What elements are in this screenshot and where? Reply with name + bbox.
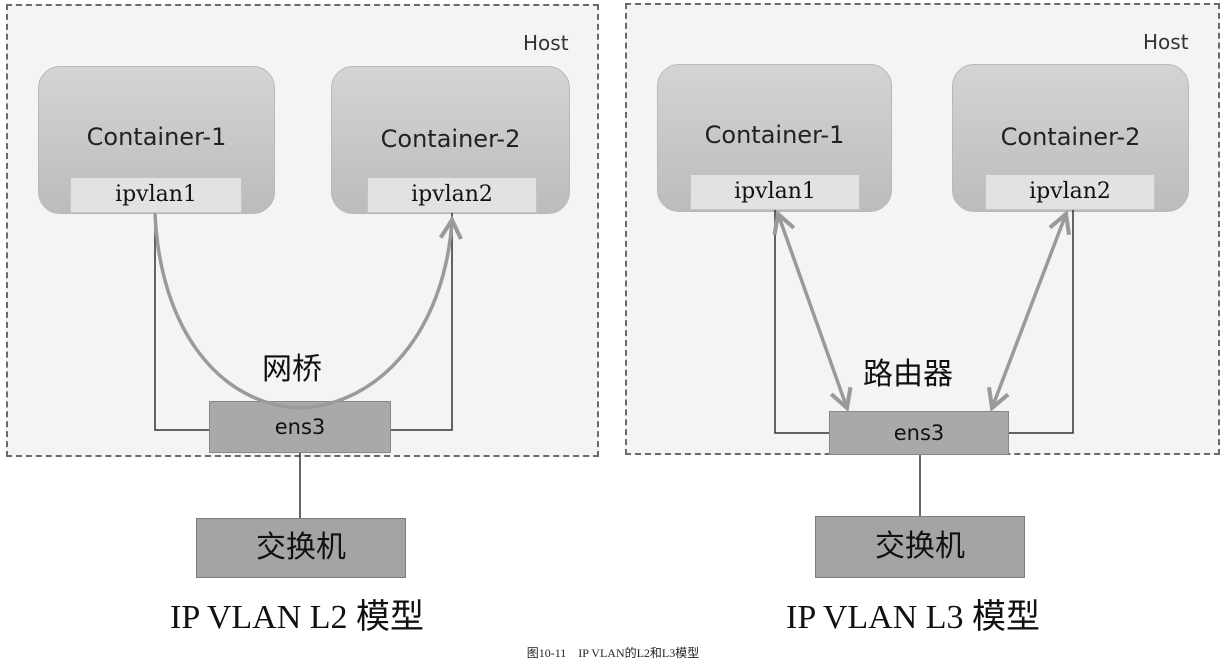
figure-caption: 图10-11 IP VLAN的L2和L3模型: [526, 646, 700, 660]
wire-ipvlan2-ens3-left: [391, 213, 453, 431]
router-arrow-ipvlan2: [992, 214, 1066, 408]
wire-ipvlan1-ens3-right: [774, 210, 829, 434]
router-arrow-ipvlan1: [778, 214, 847, 408]
wire-ipvlan2-ens3-right: [1009, 210, 1074, 434]
wire-ipvlan1-ens3-left: [154, 213, 209, 431]
connection-lines: [153, 210, 1074, 518]
bridge-arc-arrow: [153, 212, 452, 410]
